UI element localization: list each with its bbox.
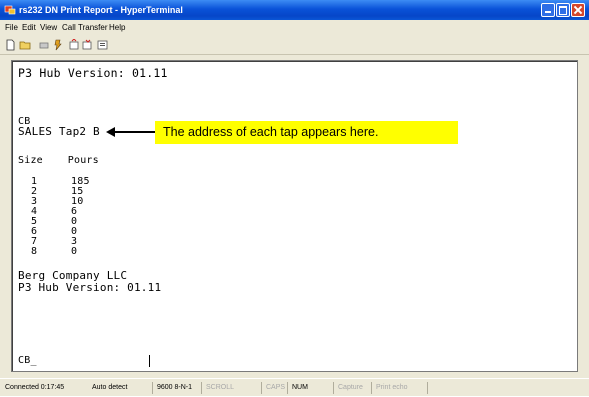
- tap-address-callout: The address of each tap appears here.: [155, 121, 458, 144]
- receive-icon[interactable]: [81, 39, 94, 51]
- menu-call[interactable]: Call: [62, 23, 76, 33]
- send-icon[interactable]: [68, 39, 81, 51]
- menu-file[interactable]: File: [5, 23, 18, 33]
- title-bar[interactable]: rs232 DN Print Report - HyperTerminal: [0, 0, 589, 20]
- menu-view[interactable]: View: [40, 23, 57, 33]
- menu-transfer[interactable]: Transfer: [78, 23, 108, 33]
- scroll-indicator: SCROLL: [201, 382, 239, 394]
- hyperterminal-window: rs232 DN Print Report - HyperTerminal Fi…: [0, 0, 589, 396]
- num-indicator: NUM: [287, 382, 313, 394]
- close-button[interactable]: [571, 3, 585, 17]
- status-divider: [427, 382, 428, 394]
- caps-indicator: CAPS: [261, 382, 287, 394]
- properties-icon[interactable]: [97, 39, 110, 51]
- open-icon[interactable]: [19, 39, 32, 51]
- menu-help[interactable]: Help: [109, 23, 125, 33]
- print-echo-indicator: Print echo: [371, 382, 421, 394]
- hyperterminal-app-icon: [4, 5, 16, 15]
- command-prompt: CB_: [18, 355, 37, 366]
- menu-bar: File Edit View Call Transfer Help: [0, 21, 589, 35]
- toolbar: [0, 36, 589, 55]
- company-line: Berg Company LLC: [18, 269, 128, 282]
- disconnect-icon[interactable]: [38, 39, 51, 51]
- size-value: 8: [31, 246, 38, 257]
- pours-value: 0: [71, 246, 78, 257]
- status-bar: Connected 0:17:45 Auto detect 9600 8-N-1…: [0, 378, 589, 397]
- version-line-2: P3 Hub Version: 01.11: [18, 281, 162, 294]
- connection-time: Connected 0:17:45: [5, 384, 65, 391]
- port-settings: 9600 8-N-1: [152, 382, 196, 394]
- menu-edit[interactable]: Edit: [22, 23, 36, 33]
- version-line: P3 Hub Version: 01.11: [18, 66, 168, 80]
- maximize-button[interactable]: [556, 3, 570, 17]
- window-title: rs232 DN Print Report - HyperTerminal: [19, 5, 183, 15]
- capture-indicator: Capture: [333, 382, 371, 394]
- terminal-output[interactable]: P3 Hub Version: 01.11 CB SALES Tap2 B Si…: [11, 60, 578, 372]
- size-pours-header: Size Pours: [18, 155, 99, 166]
- dial-icon[interactable]: [52, 39, 65, 51]
- sales-tap-line: SALES Tap2 B: [18, 125, 100, 138]
- callout-arrow-line: [113, 131, 155, 133]
- detect-mode: Auto detect: [92, 384, 128, 391]
- minimize-button[interactable]: [541, 3, 555, 17]
- new-connection-icon[interactable]: [4, 39, 17, 51]
- text-cursor: [149, 355, 150, 367]
